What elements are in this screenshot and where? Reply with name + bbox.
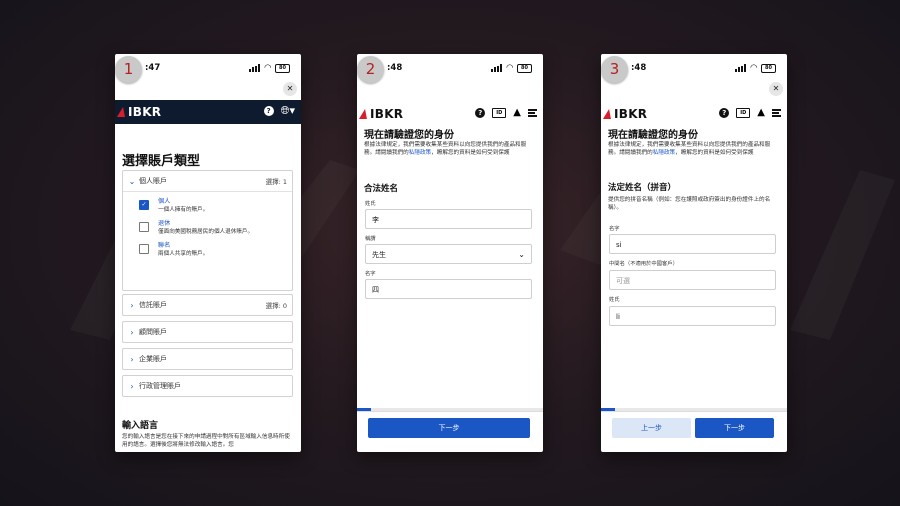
help-icon[interactable]: ?	[475, 108, 486, 118]
battery-icon: 80	[275, 63, 290, 73]
business-account-group[interactable]: › 企業賬戶	[122, 348, 293, 370]
hint-text: 提供您的拼音名稱（例如：您在護照或政府簽出的身份證件上的名稱）。	[608, 197, 771, 212]
field-label: 稱謂	[365, 236, 376, 242]
status-time: :47	[145, 63, 161, 73]
first-name-field[interactable]: 四	[365, 279, 532, 299]
next-button[interactable]: 下一步	[695, 418, 774, 438]
signal-icon	[491, 64, 503, 72]
chevron-down-icon: ⌄	[518, 250, 525, 259]
field-label: 名字	[365, 271, 376, 277]
wifi-icon: ◠	[264, 63, 271, 73]
phone-screen-2: 2 :48 ◠ 80 IBKR ? ID ▲ 現在請驗證您的身份 根據法律規定，…	[357, 54, 543, 452]
logo-mark-icon	[358, 109, 370, 119]
next-button[interactable]: 下一步	[368, 418, 530, 438]
ibkr-logo: IBKR	[602, 107, 647, 121]
individual-account-header[interactable]: ⌄ 個人賬戶 選擇: 1	[123, 171, 292, 192]
status-time: :48	[387, 63, 403, 73]
step-badge: 1	[115, 56, 142, 83]
selection-count: 選擇: 0	[265, 302, 287, 310]
id-card-icon[interactable]: ID	[736, 108, 751, 118]
app-header: IBKR ? 🌐︎▾	[115, 100, 301, 124]
field-label: 姓氏	[365, 201, 376, 207]
field-label: 中間名（不適用於中國客戶）	[609, 261, 678, 267]
checkbox[interactable]	[139, 244, 149, 254]
title-select[interactable]: 先生 ⌄	[365, 244, 532, 264]
section-title: 合法姓名	[364, 184, 399, 194]
page-title: 現在請驗證您的身份	[364, 130, 454, 141]
close-icon[interactable]: ✕	[283, 82, 297, 96]
page-title: 選擇賬戶類型	[122, 154, 201, 169]
help-icon[interactable]: ?	[263, 106, 274, 116]
app-header: IBKR ? ID ▲	[357, 102, 543, 126]
admin-account-group[interactable]: › 行政管理賬戶	[122, 375, 293, 397]
status-time: :48	[631, 63, 647, 73]
ibkr-logo: IBKR	[116, 105, 161, 119]
wifi-icon: ◠	[750, 63, 757, 73]
menu-icon[interactable]	[772, 109, 781, 117]
phone-screen-1: 1 :47 ◠ 80 ✕ IBKR ? 🌐︎▾ 選擇賬戶類型 ⌄ 個人賬戶 選擇…	[115, 54, 301, 452]
section-title: 法定姓名（拼音）	[608, 183, 677, 193]
option-individual[interactable]: ✓ 個人 一個人擁有的賬戶。	[139, 198, 292, 214]
chevron-right-icon: ›	[130, 327, 134, 337]
option-joint[interactable]: 聯名 兩個人共享的賬戶。	[139, 242, 292, 258]
middle-name-field[interactable]: 可選	[609, 270, 776, 290]
logo-mark-icon	[116, 107, 128, 117]
input-language-title: 輸入語言	[122, 421, 159, 431]
surname-field[interactable]: li	[609, 306, 776, 326]
chevron-down-icon: ⌄	[128, 176, 136, 186]
signal-icon	[735, 64, 747, 72]
step-badge: 3	[601, 56, 628, 83]
ibkr-logo: IBKR	[358, 107, 403, 121]
given-name-field[interactable]: si	[609, 234, 776, 254]
signal-icon	[249, 64, 261, 72]
close-icon[interactable]: ✕	[769, 82, 783, 96]
id-card-icon[interactable]: ID	[492, 108, 507, 118]
status-bar: :48 ◠ 80	[601, 62, 787, 76]
field-label: 名字	[609, 226, 620, 232]
wifi-icon: ◠	[506, 63, 513, 73]
privacy-policy-link[interactable]: 私隱政策	[653, 150, 675, 156]
status-bar: :47 ◠ 80	[115, 62, 301, 76]
phone-screen-3: 3 :48 ◠ 80 ✕ IBKR ? ID ▲ 現在請驗證您的身份 根據法律規…	[601, 54, 787, 452]
menu-icon[interactable]	[528, 109, 537, 117]
individual-account-group: ⌄ 個人賬戶 選擇: 1 ✓ 個人 一個人擁有的賬戶。 退休 僅面向美國稅務居民的個…	[122, 170, 293, 291]
user-icon[interactable]: ▲	[513, 108, 521, 118]
intro-text: 根據法律規定，我們需要收集某些資料以向您提供我們的產品和服務。請閱讀我們的私隱政…	[364, 142, 527, 157]
last-name-field[interactable]: 李	[365, 209, 532, 229]
chevron-right-icon: ›	[130, 381, 134, 391]
chevron-right-icon: ›	[130, 300, 134, 310]
field-label: 姓氏	[609, 297, 620, 303]
checkbox[interactable]	[139, 222, 149, 232]
intro-text: 根據法律規定，我們需要收集某些資料以向您提供我們的產品和服務。請閱讀我們的私隱政…	[608, 142, 771, 157]
checkbox-checked[interactable]: ✓	[139, 200, 149, 210]
battery-icon: 80	[761, 63, 776, 73]
input-language-text: 您的輸入語言是您在接下來的申請過程中對所有區域輸入信息時所使用的語言。選擇後您將…	[122, 434, 290, 449]
trust-account-group[interactable]: › 信託賬戶 選擇: 0	[122, 294, 293, 316]
selection-count: 選擇: 1	[265, 178, 287, 186]
privacy-policy-link[interactable]: 私隱政策	[409, 150, 431, 156]
battery-icon: 80	[517, 63, 532, 73]
page-title: 現在請驗證您的身份	[608, 130, 698, 141]
logo-mark-icon	[602, 109, 614, 119]
app-header: IBKR ? ID ▲	[601, 102, 787, 126]
chevron-right-icon: ›	[130, 354, 134, 364]
back-button[interactable]: 上一步	[612, 418, 691, 438]
help-icon[interactable]: ?	[719, 108, 730, 118]
option-retirement[interactable]: 退休 僅面向美國稅務居民的個人退休賬戶。	[139, 220, 292, 236]
user-icon[interactable]: ▲	[757, 108, 765, 118]
status-bar: :48 ◠ 80	[357, 62, 543, 76]
globe-icon[interactable]: 🌐︎▾	[281, 105, 295, 116]
advisor-account-group[interactable]: › 顧問賬戶	[122, 321, 293, 343]
step-badge: 2	[357, 56, 384, 83]
